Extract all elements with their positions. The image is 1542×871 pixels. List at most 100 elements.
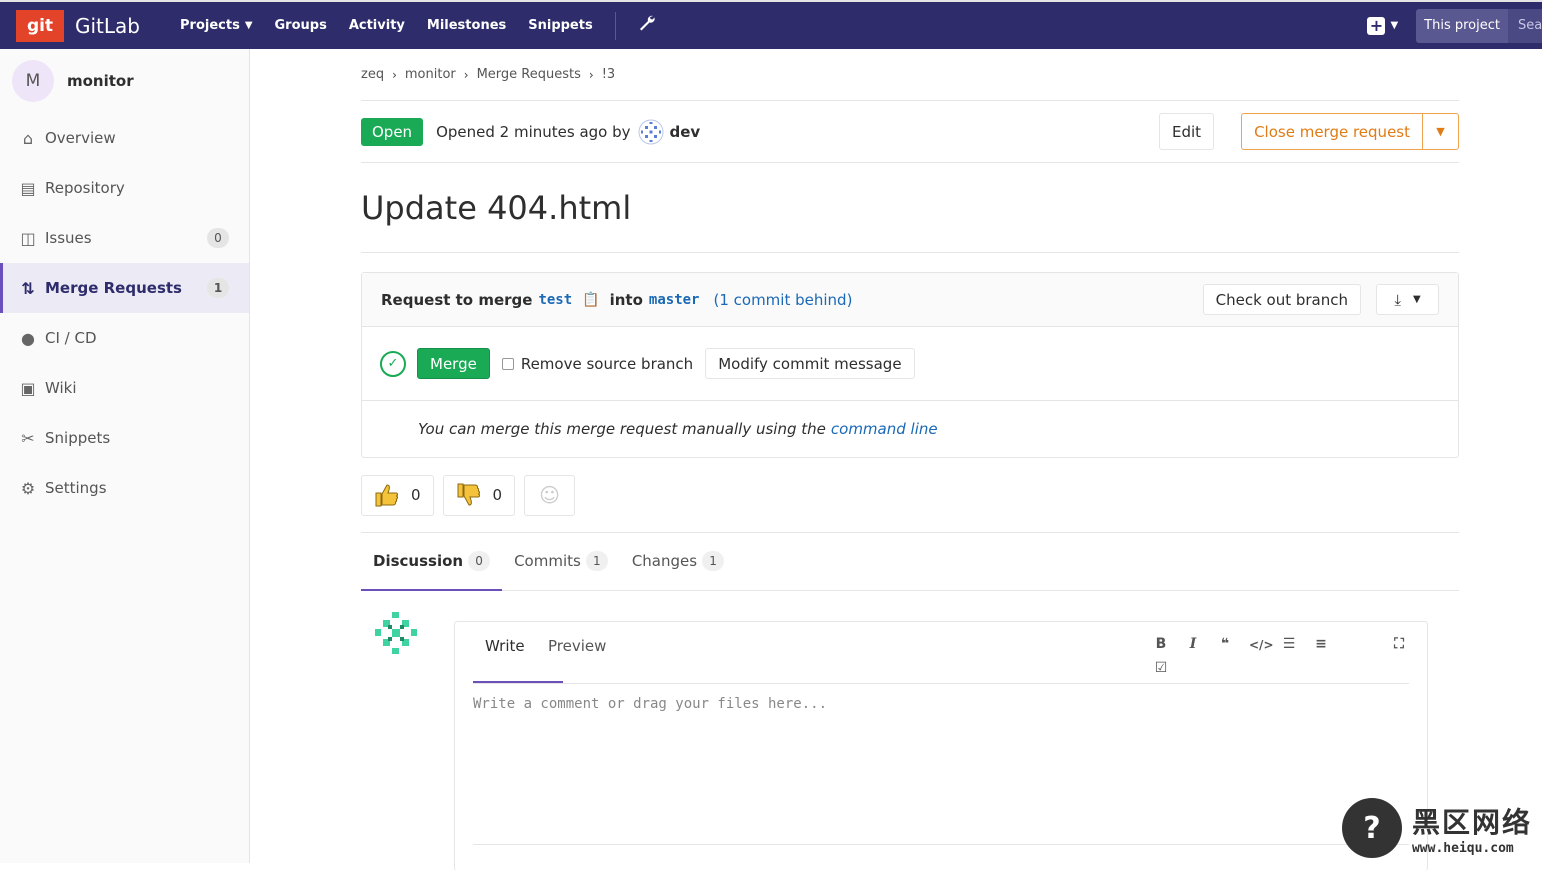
merge-widget: Request to merge test 📋 into master (1 c… <box>361 272 1459 458</box>
task-list-icon[interactable]: ☑ <box>1153 660 1169 676</box>
bullet-list-icon[interactable]: ☰ <box>1281 636 1297 652</box>
check-out-branch-button[interactable]: Check out branch <box>1203 284 1361 315</box>
search-scope[interactable]: This project <box>1416 9 1508 43</box>
sidebar-item-issues[interactable]: ◫ Issues 0 <box>0 213 249 263</box>
breadcrumb-merge-requests[interactable]: Merge Requests <box>477 67 581 82</box>
nav-groups[interactable]: Groups <box>275 18 327 33</box>
brand-name[interactable]: GitLab <box>75 14 140 38</box>
tab-write[interactable]: Write <box>485 637 549 683</box>
page-title: Update 404.html <box>361 163 1459 253</box>
home-icon: ⌂ <box>18 129 38 148</box>
breadcrumb-group[interactable]: zeq <box>361 67 384 82</box>
author-name[interactable]: dev <box>670 123 701 141</box>
issues-count-badge: 0 <box>207 228 229 248</box>
comment-form: Write Preview B I ❝ </> ☰ ≡ ☑ ⛶ Write a … <box>361 591 1459 863</box>
download-dropdown[interactable]: ⤓ ▼ <box>1376 284 1439 315</box>
widget-header-actions: Check out branch ⤓ ▼ <box>1203 284 1439 315</box>
commits-behind-link[interactable]: (1 commit behind) <box>713 291 852 309</box>
nav-projects[interactable]: Projects▼ <box>180 18 253 33</box>
modify-commit-message-button[interactable]: Modify commit message <box>705 348 914 379</box>
source-branch[interactable]: test <box>538 292 572 308</box>
brand[interactable]: git GitLab <box>16 10 140 42</box>
gear-icon: ⚙ <box>18 479 38 498</box>
gitlab-logo-icon[interactable]: git <box>16 10 64 42</box>
watermark-logo-icon: ? <box>1342 798 1402 858</box>
remove-source-branch-option[interactable]: Remove source branch <box>502 355 693 373</box>
tab-preview[interactable]: Preview <box>548 637 606 683</box>
plus-icon: + <box>1367 17 1385 35</box>
comment-textarea[interactable]: Write a comment or drag your files here.… <box>473 696 827 712</box>
main-content: zeq › monitor › Merge Requests › !3 Open Op… <box>361 49 1459 863</box>
tab-commits[interactable]: Commits 1 <box>502 532 620 590</box>
chevron-right-icon: › <box>392 68 397 82</box>
watermark-text: 黑区网络 www.heiqu.com <box>1412 801 1532 856</box>
user-avatar[interactable] <box>373 610 419 656</box>
breadcrumb-mr-id[interactable]: !3 <box>602 67 615 82</box>
nav-activity[interactable]: Activity <box>349 18 405 33</box>
fullscreen-icon[interactable]: ⛶ <box>1391 636 1407 652</box>
doc-icon: ▤ <box>18 179 38 198</box>
sidebar-item-snippets[interactable]: ✂ Snippets <box>0 413 249 463</box>
nav-snippets[interactable]: Snippets <box>528 18 592 33</box>
editor-tabs: Write Preview B I ❝ </> ☰ ≡ ☑ ⛶ <box>473 622 1409 684</box>
thumbsdown-icon <box>456 483 482 507</box>
bold-icon[interactable]: B <box>1153 636 1169 652</box>
chevron-down-icon[interactable]: ▼ <box>1423 114 1458 149</box>
tab-discussion[interactable]: Discussion 0 <box>361 532 502 590</box>
project-header[interactable]: M monitor <box>0 49 249 113</box>
sidebar-item-ci-cd[interactable]: ● CI / CD <box>0 313 249 363</box>
top-navbar: git GitLab Projects▼ Groups Activity Mil… <box>0 0 1542 49</box>
chevron-right-icon: › <box>589 68 594 82</box>
scissors-icon: ✂ <box>18 429 38 448</box>
breadcrumb-project[interactable]: monitor <box>405 67 456 82</box>
italic-icon[interactable]: I <box>1185 636 1201 652</box>
new-dropdown[interactable]: + ▼ <box>1367 17 1398 35</box>
chevron-down-icon: ▼ <box>245 20 253 31</box>
sidebar-item-repository[interactable]: ▤ Repository <box>0 163 249 213</box>
watermark: ? 黑区网络 www.heiqu.com <box>1342 798 1532 858</box>
nav-right: + ▼ This project Sea <box>1367 2 1542 49</box>
add-reaction-button[interactable]: ☺ <box>524 475 575 516</box>
discussion-count-badge: 0 <box>468 551 490 571</box>
wrench-icon[interactable] <box>638 14 656 37</box>
close-mr-button[interactable]: Close merge request ▼ <box>1241 113 1459 150</box>
merge-widget-header: Request to merge test 📋 into master (1 c… <box>362 273 1458 327</box>
header-actions: Edit Close merge request ▼ <box>1159 113 1459 150</box>
remove-source-branch-checkbox[interactable] <box>502 358 514 370</box>
tab-changes[interactable]: Changes 1 <box>620 532 736 590</box>
numbered-list-icon[interactable]: ≡ <box>1313 636 1329 652</box>
merge-button[interactable]: Merge <box>417 348 490 379</box>
project-avatar[interactable]: M <box>12 60 54 102</box>
editor-footer-divider <box>473 844 1409 845</box>
search-input[interactable]: Sea <box>1508 9 1542 43</box>
breadcrumb: zeq › monitor › Merge Requests › !3 <box>361 49 1459 101</box>
sidebar-item-settings[interactable]: ⚙ Settings <box>0 463 249 513</box>
merge-requests-count-badge: 1 <box>207 278 229 298</box>
mr-header: Open Opened 2 minutes ago by dev Edit Cl… <box>361 101 1459 163</box>
target-branch[interactable]: master <box>649 292 700 308</box>
sidebar-item-wiki[interactable]: ▣ Wiki <box>0 363 249 413</box>
chevron-right-icon: › <box>464 68 469 82</box>
mr-tabs: Discussion 0 Commits 1 Changes 1 <box>361 533 1459 591</box>
sidebar-item-overview[interactable]: ⌂ Overview <box>0 113 249 163</box>
book-icon: ▣ <box>18 379 38 398</box>
author-avatar[interactable] <box>638 119 664 145</box>
thumbsdown-award-button[interactable]: 0 <box>443 475 516 516</box>
code-icon[interactable]: </> <box>1249 638 1265 652</box>
manual-merge-hint: You can merge this merge request manuall… <box>362 401 1458 457</box>
command-line-link[interactable]: command line <box>831 420 938 438</box>
chevron-down-icon: ▼ <box>1413 294 1421 305</box>
award-emoji-bar: 0 0 ☺ <box>361 474 1459 516</box>
project-name[interactable]: monitor <box>67 72 134 90</box>
check-circle-icon: ✓ <box>380 351 406 377</box>
sidebar-item-merge-requests[interactable]: ⇅ Merge Requests 1 <box>0 263 249 313</box>
quote-icon[interactable]: ❝ <box>1217 636 1233 652</box>
opened-info: Opened 2 minutes ago by dev <box>436 119 700 145</box>
nav-links: Projects▼ Groups Activity Milestones Sni… <box>180 12 656 40</box>
merge-actions: ✓ Merge Remove source branch Modify comm… <box>362 327 1458 401</box>
nav-milestones[interactable]: Milestones <box>427 18 506 33</box>
clipboard-icon[interactable]: 📋 <box>582 292 599 308</box>
thumbsup-icon <box>374 483 400 507</box>
thumbsup-award-button[interactable]: 0 <box>361 475 434 516</box>
edit-button[interactable]: Edit <box>1159 113 1214 150</box>
